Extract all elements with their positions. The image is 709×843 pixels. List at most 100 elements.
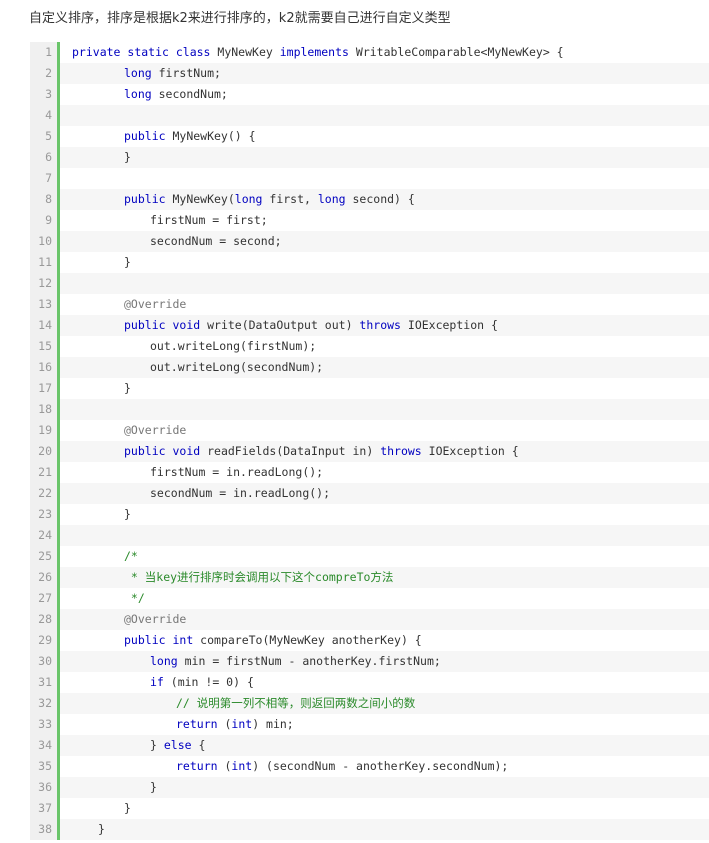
line-number: 28 bbox=[30, 609, 60, 630]
line-number: 32 bbox=[30, 693, 60, 714]
code-token: // 说明第一列不相等，则返回两数之间小的数 bbox=[176, 696, 416, 710]
line-number: 38 bbox=[30, 819, 60, 840]
code-line: 22 secondNum = in.readLong(); bbox=[30, 483, 709, 504]
code-token: else bbox=[163, 738, 199, 752]
code-text: // 说明第一列不相等，则返回两数之间小的数 bbox=[60, 693, 709, 714]
code-line: 15 out.writeLong(firstNum); bbox=[30, 336, 709, 357]
line-number: 33 bbox=[30, 714, 60, 735]
code-text: @Override bbox=[60, 609, 709, 630]
code-token: return bbox=[176, 717, 225, 731]
code-line: 4 bbox=[30, 105, 709, 126]
code-text: @Override bbox=[60, 420, 709, 441]
line-number: 21 bbox=[30, 462, 60, 483]
code-token: MyNewKey( bbox=[172, 192, 235, 206]
code-line: 10 secondNum = second; bbox=[30, 231, 709, 252]
code-token: IOException { bbox=[428, 444, 519, 458]
code-token: out.writeLong(secondNum); bbox=[150, 360, 324, 374]
code-text: public int compareTo(MyNewKey anotherKey… bbox=[60, 630, 709, 651]
code-token: void bbox=[172, 318, 208, 332]
code-text: } bbox=[60, 819, 709, 840]
code-text: @Override bbox=[60, 294, 709, 315]
line-number: 6 bbox=[30, 147, 60, 168]
code-line: 16 out.writeLong(secondNum); bbox=[30, 357, 709, 378]
code-line: 26 * 当key进行排序时会调用以下这个compreTo方法 bbox=[30, 567, 709, 588]
code-token: } bbox=[98, 822, 105, 836]
code-token: ) { bbox=[233, 675, 254, 689]
code-token: { bbox=[198, 738, 206, 752]
code-text: public MyNewKey(long first, long second)… bbox=[60, 189, 709, 210]
code-token: ) min; bbox=[252, 717, 294, 731]
code-line: 29 public int compareTo(MyNewKey anotherK… bbox=[30, 630, 709, 651]
code-token: second) { bbox=[352, 192, 415, 206]
code-text: public MyNewKey() { bbox=[60, 126, 709, 147]
code-text: out.writeLong(secondNum); bbox=[60, 357, 709, 378]
code-line: 20 public void readFields(DataInput in) t… bbox=[30, 441, 709, 462]
code-text: long firstNum; bbox=[60, 63, 709, 84]
code-line: 3 long secondNum; bbox=[30, 84, 709, 105]
code-token: * 当key进行排序时会调用以下这个compreTo方法 bbox=[124, 570, 394, 584]
code-token: private bbox=[72, 45, 128, 59]
code-token: secondNum; bbox=[158, 87, 228, 101]
line-number: 14 bbox=[30, 315, 60, 336]
code-token: long bbox=[234, 192, 270, 206]
line-number: 37 bbox=[30, 798, 60, 819]
code-token: return bbox=[176, 759, 225, 773]
code-token: IOException { bbox=[407, 318, 498, 332]
code-text: } bbox=[60, 147, 709, 168]
code-token: MyNewKey bbox=[217, 45, 280, 59]
line-number: 2 bbox=[30, 63, 60, 84]
code-token: ) (secondNum - anotherKey.secondNum); bbox=[252, 759, 509, 773]
code-line: 35 return (int) (secondNum - anotherKey.s… bbox=[30, 756, 709, 777]
code-line: 33 return (int) min; bbox=[30, 714, 709, 735]
code-token: long bbox=[124, 87, 159, 101]
code-text: /* bbox=[60, 546, 709, 567]
line-number: 4 bbox=[30, 105, 60, 126]
code-token: out.writeLong(firstNum); bbox=[150, 339, 317, 353]
code-token: } bbox=[150, 780, 157, 794]
code-text: * 当key进行排序时会调用以下这个compreTo方法 bbox=[60, 567, 709, 588]
code-token: long bbox=[124, 66, 159, 80]
code-token: } bbox=[124, 381, 131, 395]
code-line: 36} bbox=[30, 777, 709, 798]
code-text bbox=[60, 273, 709, 294]
line-number: 36 bbox=[30, 777, 60, 798]
code-text bbox=[60, 525, 709, 546]
code-text: out.writeLong(firstNum); bbox=[60, 336, 709, 357]
code-text: } else { bbox=[60, 735, 709, 756]
line-number: 9 bbox=[30, 210, 60, 231]
code-line: 7 bbox=[30, 168, 709, 189]
code-text: } bbox=[60, 798, 709, 819]
code-text: */ bbox=[60, 588, 709, 609]
code-token: public bbox=[124, 318, 173, 332]
code-line: 30 long min = firstNum - anotherKey.first… bbox=[30, 651, 709, 672]
code-token: } bbox=[124, 801, 131, 815]
code-text bbox=[60, 399, 709, 420]
line-number: 17 bbox=[30, 378, 60, 399]
code-line: 21 firstNum = in.readLong(); bbox=[30, 462, 709, 483]
line-number: 5 bbox=[30, 126, 60, 147]
code-text: } bbox=[60, 378, 709, 399]
code-text: return (int) (secondNum - anotherKey.sec… bbox=[60, 756, 709, 777]
code-line: 28 @Override bbox=[30, 609, 709, 630]
line-number: 34 bbox=[30, 735, 60, 756]
code-text: long secondNum; bbox=[60, 84, 709, 105]
code-token: MyNewKey() { bbox=[172, 129, 256, 143]
line-number: 10 bbox=[30, 231, 60, 252]
line-number: 7 bbox=[30, 168, 60, 189]
code-block: 1 private static class MyNewKey implement… bbox=[30, 42, 709, 843]
line-number: 35 bbox=[30, 756, 60, 777]
code-token: first, bbox=[269, 192, 318, 206]
code-token: /* bbox=[124, 549, 138, 563]
code-line: 37} bbox=[30, 798, 709, 819]
code-token: static bbox=[127, 45, 176, 59]
code-line: 24 bbox=[30, 525, 709, 546]
code-line: 17} bbox=[30, 378, 709, 399]
code-text: } bbox=[60, 252, 709, 273]
intro-text: 自定义排序，排序是根据k2来进行排序的，k2就需要自己进行自定义类型 bbox=[29, 11, 451, 26]
code-token: implements bbox=[279, 45, 356, 59]
code-token: */ bbox=[124, 591, 145, 605]
line-number: 15 bbox=[30, 336, 60, 357]
code-line: 25 /* bbox=[30, 546, 709, 567]
code-token: throws bbox=[380, 444, 429, 458]
line-number: 3 bbox=[30, 84, 60, 105]
